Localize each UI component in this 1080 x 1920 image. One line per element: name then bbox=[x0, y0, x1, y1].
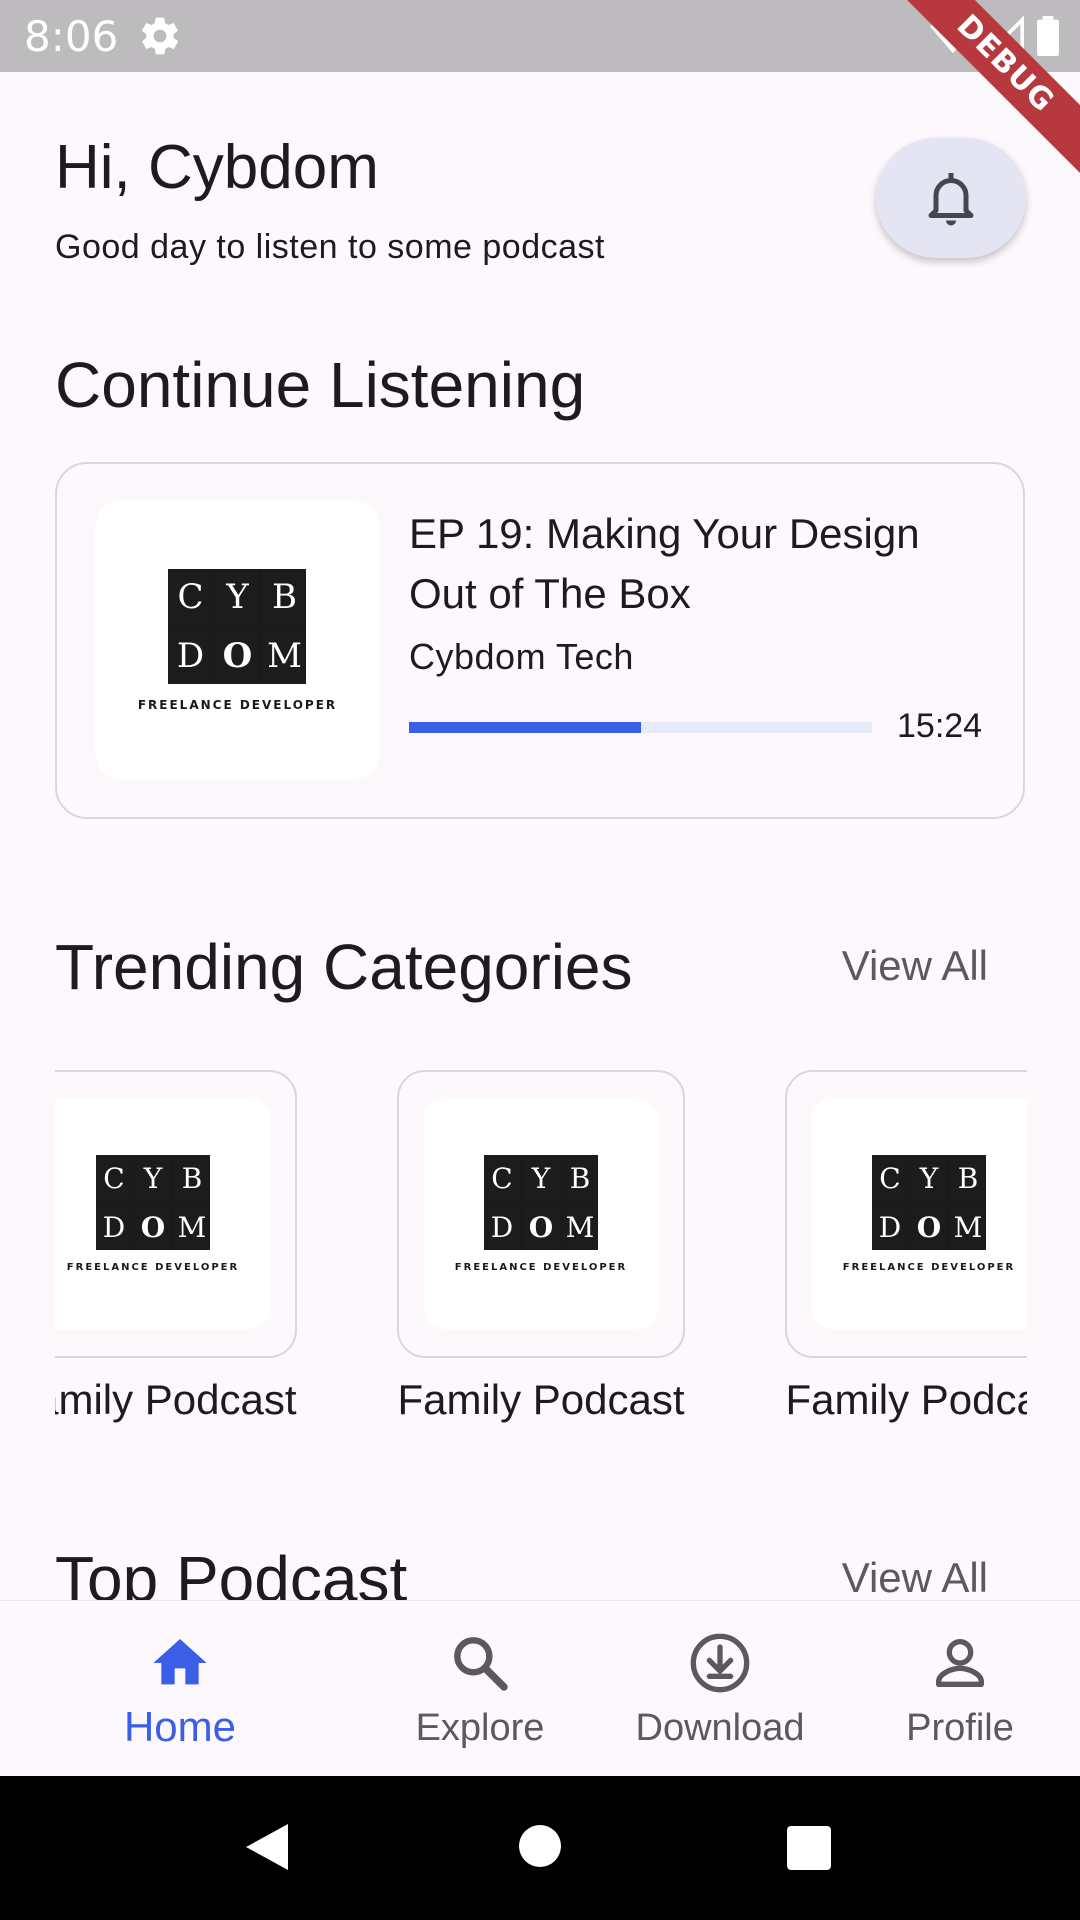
settings-gear-icon bbox=[142, 17, 178, 55]
logo-letter: C bbox=[872, 1155, 908, 1201]
category-card[interactable]: CYBDOM FREELANCE DEVELOPER Family Podcast bbox=[397, 1070, 687, 1424]
nav-profile[interactable]: Profile bbox=[840, 1601, 1080, 1777]
logo-letter: M bbox=[262, 627, 307, 684]
episode-artwork: C Y B D O M FREELANCE DEVELOPER bbox=[95, 500, 380, 780]
notifications-button[interactable] bbox=[876, 138, 1026, 258]
logo-letter: Y bbox=[215, 568, 260, 625]
logo-letter: D bbox=[484, 1204, 520, 1250]
logo-letter-grid: CYBDOM bbox=[872, 1155, 986, 1250]
system-navigation-bar bbox=[0, 1776, 1080, 1920]
trending-view-all-link[interactable]: View All bbox=[842, 942, 988, 990]
continue-listening-title: Continue Listening bbox=[55, 349, 586, 421]
cybdom-logo: C Y B D O M FREELANCE DEVELOPER bbox=[67, 1155, 239, 1273]
search-icon bbox=[454, 1637, 508, 1691]
nav-download-label: Download bbox=[635, 1707, 805, 1749]
logo-letter: O bbox=[135, 1204, 171, 1250]
cybdom-logo: C Y B D O M FREELANCE DEVELOPER bbox=[455, 1155, 627, 1273]
logo-letter-grid: CYBDOM bbox=[484, 1155, 598, 1250]
nav-profile-label: Profile bbox=[906, 1707, 1014, 1749]
category-label: Family Podcast bbox=[397, 1376, 685, 1423]
logo-subtitle: FREELANCE DEVELOPER bbox=[842, 1262, 1016, 1273]
home-circle-icon[interactable] bbox=[518, 1824, 562, 1868]
episode-title: EP 19: Making Your Design Out of The Box bbox=[409, 510, 920, 617]
bell-icon bbox=[928, 173, 974, 226]
episode-author: Cybdom Tech bbox=[409, 636, 634, 677]
logo-subtitle: FREELANCE DEVELOPER bbox=[454, 1262, 628, 1273]
logo-letter: C bbox=[96, 1155, 132, 1201]
nav-download[interactable]: Download bbox=[600, 1601, 840, 1777]
logo-letter: M bbox=[562, 1204, 598, 1250]
status-bar: 8:06 DEBUG bbox=[0, 0, 1080, 184]
trending-categories-list[interactable]: CYBDOMFREELANCE DEVELOPER Family Podcast… bbox=[55, 1070, 1027, 1450]
logo-letter-grid: CYBDOM bbox=[168, 568, 307, 684]
bottom-navigation: Home Explore Download Profile bbox=[0, 1600, 1080, 1776]
logo-letter: O bbox=[215, 627, 260, 684]
logo-letter: D bbox=[96, 1204, 132, 1250]
category-thumbnail: C Y B D O M FREELANCE DEVELOPER bbox=[55, 1070, 297, 1358]
logo-letter: Y bbox=[135, 1155, 171, 1201]
logo-letter-grid: CYBDOM bbox=[96, 1155, 210, 1250]
cybdom-logo: C Y B D O M FREELANCE DEVELOPER bbox=[843, 1155, 1015, 1273]
top-podcast-view-all-link[interactable]: View All bbox=[842, 1554, 988, 1600]
logo-letter: B bbox=[950, 1155, 986, 1201]
download-icon bbox=[690, 1633, 750, 1693]
category-card[interactable]: CYBDOM FREELANCE DEVELOPER Family Podcast bbox=[55, 1070, 299, 1424]
nav-home-label: Home bbox=[123, 1703, 237, 1750]
logo-letter: Y bbox=[911, 1155, 947, 1201]
logo-letter: D bbox=[168, 627, 213, 684]
logo-letter: C bbox=[484, 1155, 520, 1201]
logo-letter: Y bbox=[523, 1155, 559, 1201]
logo-letter: B bbox=[262, 568, 307, 625]
greeting-subtitle: Good day to listen to some podcast bbox=[55, 228, 605, 266]
category-label: Family Podcast bbox=[55, 1376, 297, 1423]
logo-subtitle: FREELANCE DEVELOPER bbox=[137, 697, 338, 712]
trending-categories-title: Trending Categories bbox=[55, 931, 633, 1003]
nav-home[interactable]: Home bbox=[60, 1601, 300, 1777]
logo-letter: M bbox=[174, 1204, 210, 1250]
profile-icon bbox=[936, 1639, 984, 1687]
logo-subtitle: FREELANCE DEVELOPER bbox=[66, 1262, 240, 1273]
logo-letter: B bbox=[174, 1155, 210, 1201]
category-thumbnail: C Y B D O M FREELANCE DEVELOPER bbox=[397, 1070, 685, 1358]
logo-letter: D bbox=[872, 1204, 908, 1250]
nav-explore[interactable]: Explore bbox=[360, 1601, 600, 1777]
home-content[interactable]: Hi, Cybdom Good day to listen to some po… bbox=[0, 72, 1080, 1600]
category-card[interactable]: CYBDOM FREELANCE DEVELOPER Family Podcast bbox=[785, 1070, 1027, 1424]
episode-progress-bar[interactable] bbox=[409, 722, 872, 733]
episode-progress-fill bbox=[409, 722, 641, 733]
cybdom-logo: C Y B D O M FREELANCE DEVELOPER bbox=[137, 568, 338, 712]
logo-letter: M bbox=[950, 1204, 986, 1250]
logo-letter: O bbox=[911, 1204, 947, 1250]
back-icon[interactable] bbox=[244, 1822, 290, 1872]
status-time: 8:06 bbox=[24, 12, 119, 61]
top-podcast-title: Top Podcast bbox=[55, 1543, 408, 1600]
recents-icon[interactable] bbox=[786, 1825, 832, 1871]
home-icon bbox=[153, 1639, 207, 1685]
battery-icon bbox=[1037, 16, 1059, 56]
category-label: Family Podcast bbox=[785, 1376, 1027, 1423]
logo-letter: B bbox=[562, 1155, 598, 1201]
continue-listening-card[interactable]: C Y B D O M FREELANCE DEVELOPER EP 19: Making … bbox=[55, 462, 1025, 819]
category-thumbnail: C Y B D O M FREELANCE DEVELOPER bbox=[785, 1070, 1027, 1358]
logo-letter: O bbox=[523, 1204, 559, 1250]
greeting-title: Hi, Cybdom bbox=[55, 133, 379, 202]
nav-explore-label: Explore bbox=[415, 1707, 545, 1749]
logo-letter: C bbox=[168, 568, 213, 625]
episode-time: 15:24 bbox=[897, 707, 983, 745]
